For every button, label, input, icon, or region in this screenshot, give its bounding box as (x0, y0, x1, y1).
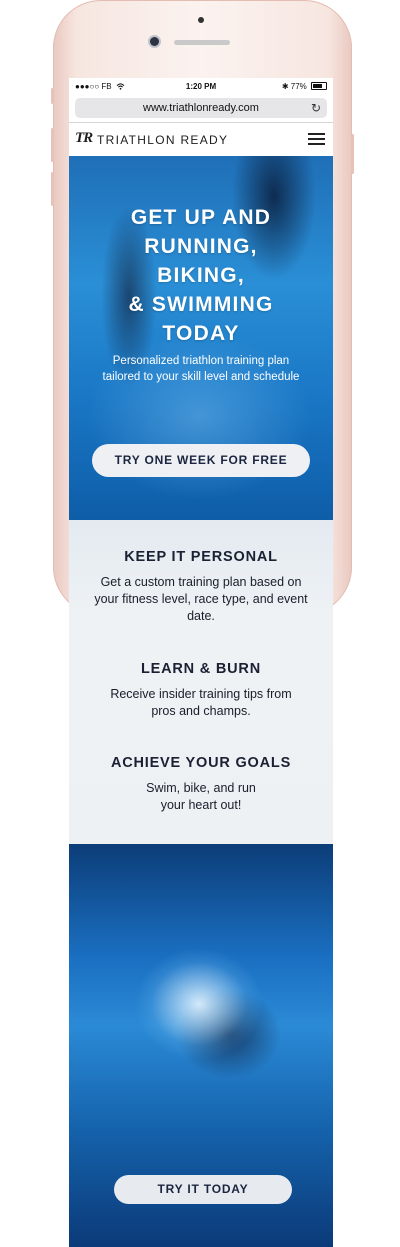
volume-down-button (51, 172, 54, 206)
mute-switch (51, 88, 54, 104)
hero-subtitle: Personalized triathlon training plan tai… (102, 355, 300, 383)
url-text: www.triathlonready.com (143, 102, 259, 114)
battery-icon (311, 82, 327, 90)
url-field[interactable]: www.triathlonready.com ↻ (75, 98, 327, 118)
feature-text: Get a custom training plan based on your… (94, 575, 308, 623)
site-header: TR TRIATHLON READY (69, 123, 333, 156)
status-right: ✱ 77% (282, 82, 327, 91)
hero-headline: GET UP AND RUNNING, BIKING, & SWIMMING T… (128, 206, 274, 345)
front-camera (150, 37, 159, 46)
reload-icon[interactable]: ↻ (311, 98, 321, 118)
bluetooth-icon: ✱ (281, 82, 289, 91)
browser-address-bar: www.triathlonready.com ↻ (69, 95, 333, 123)
phone-screen: ●●●○○ FB 1:20 PM ✱ 77% www.triathlonread… (69, 78, 333, 1247)
feature-title: ACHIEVE YOUR GOALS (110, 755, 292, 771)
earpiece-speaker (174, 40, 230, 45)
hero-section: GET UP AND RUNNING, BIKING, & SWIMMING T… (69, 156, 333, 520)
feature-title: LEARN & BURN (141, 661, 261, 677)
try-free-week-button[interactable]: TRY ONE WEEK FOR FREE (92, 444, 310, 477)
features-section: KEEP IT PERSONAL Get a custom training p… (69, 520, 333, 844)
logo-mark[interactable]: TR (75, 130, 93, 147)
feature-title: KEEP IT PERSONAL (124, 549, 278, 565)
sensor-dot (198, 17, 204, 23)
power-button (351, 134, 354, 174)
feature-item: ACHIEVE YOUR GOALS Swim, bike, and run y… (69, 755, 333, 814)
status-bar: ●●●○○ FB 1:20 PM ✱ 77% (69, 78, 333, 95)
feature-text: Receive insider training tips from pros … (110, 687, 292, 718)
try-it-today-button[interactable]: TRY IT TODAY (114, 1175, 292, 1204)
brand-name[interactable]: TRIATHLON READY (97, 133, 228, 147)
feature-text: Swim, bike, and run your heart out! (146, 781, 256, 812)
swimmer-image-section: TRY IT TODAY (69, 844, 333, 1247)
volume-up-button (51, 128, 54, 162)
feature-item: KEEP IT PERSONAL Get a custom training p… (69, 549, 333, 625)
battery-percent: 77% (290, 82, 307, 91)
hamburger-menu-icon[interactable] (308, 133, 325, 146)
feature-item: LEARN & BURN Receive insider training ti… (69, 661, 333, 720)
